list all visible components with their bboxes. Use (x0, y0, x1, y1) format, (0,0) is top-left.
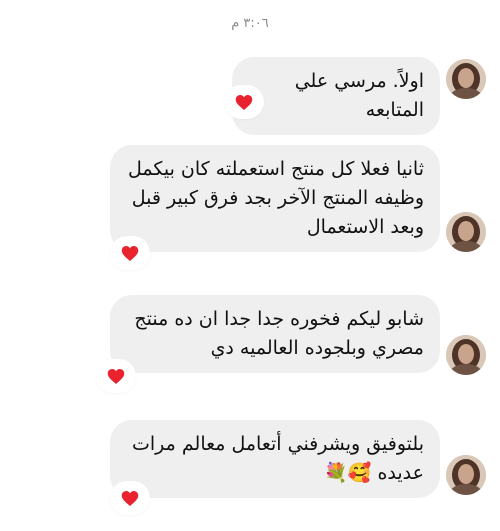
message-bubble[interactable]: بلتوفيق ويشرفني أتعامل معالم مرات عديده … (110, 420, 440, 498)
reaction-heart[interactable] (112, 238, 148, 268)
heart-icon (121, 245, 139, 261)
heart-icon (235, 94, 253, 110)
sender-avatar[interactable] (446, 335, 486, 375)
message-bubble[interactable]: ثانيا فعلا كل منتج استعملته كان بيكمل وظ… (110, 145, 440, 252)
reaction-heart[interactable] (98, 361, 134, 391)
message-bubble[interactable]: اولاً. مرسي علي المتابعه (232, 57, 440, 135)
reaction-heart[interactable] (112, 483, 148, 513)
sender-avatar[interactable] (446, 59, 486, 99)
message-timestamp: ٣:٠٦ م (231, 16, 269, 31)
heart-icon (121, 490, 139, 506)
sender-avatar[interactable] (446, 212, 486, 252)
message-bubble[interactable]: شابو ليكم فخوره جدا جدا ان ده منتج مصري … (110, 295, 440, 373)
sender-avatar[interactable] (446, 455, 486, 495)
heart-icon (107, 368, 125, 384)
chat-thread: ٣:٠٦ م اولاً. مرسي علي المتابعه ثانيا فع… (0, 0, 500, 531)
reaction-heart[interactable] (226, 87, 262, 117)
